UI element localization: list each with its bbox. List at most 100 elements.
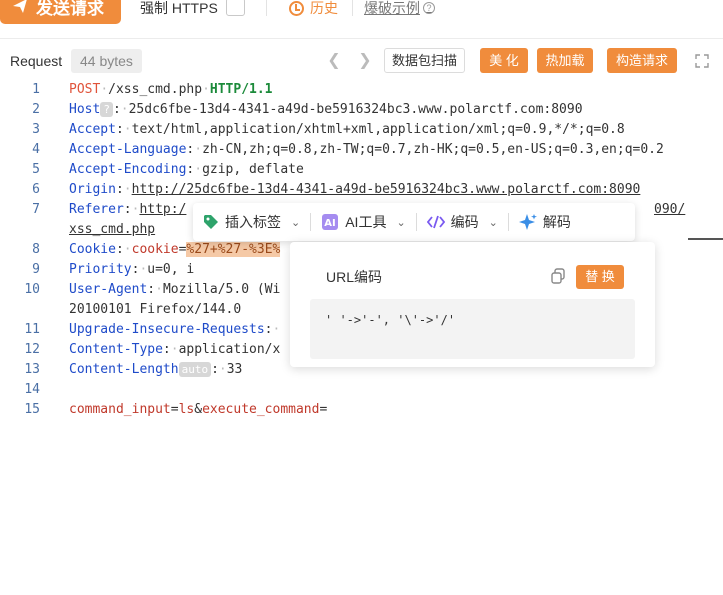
header-key: Priority [69,262,132,277]
header-line-wrap: 20100101 Firefox/144.0 [69,302,241,317]
body-eq: = [319,402,328,417]
copy-icon[interactable] [550,268,566,284]
send-request-button[interactable]: 发送请求 [0,0,121,24]
request-line: POST·/xss_cmd.php·HTTP/1.1 [69,82,273,97]
referer-link-tail[interactable]: 090/ [654,202,685,217]
ai-icon: AI [322,214,339,230]
auto-badge[interactable]: auto [178,362,212,377]
header-line: Accept:·text/html,application/xhtml+xml,… [69,122,625,137]
back-arrow-icon[interactable]: ❮ [327,52,341,70]
top-toolbar: 发送请求 强制 HTTPS 历史 爆破示例 ? [0,0,723,36]
line-number: 6 [32,182,40,197]
line-number: 4 [32,142,40,157]
header-line: Priority:·u=0, i [69,262,195,277]
encoded-output-text: ' '->'-', '\'->'/' [325,313,456,327]
toolbar-divider [352,0,353,16]
chevron-down-icon: ⌄ [291,216,301,229]
body-param-key: execute_command [202,402,320,417]
ai-tools-menu[interactable]: AI AI工具 ⌄ [311,203,415,241]
clock-icon [289,0,304,16]
brute-example-link[interactable]: 爆破示例 ? [364,0,435,18]
expand-icon[interactable] [695,54,709,68]
chevron-down-icon: ⌄ [488,216,498,229]
header-key: Referer [69,202,124,217]
hot-reload-button[interactable]: 热加载 [537,48,593,73]
line-number: 12 [24,342,40,357]
force-https-label: 强制 HTTPS [140,0,218,16]
chevron-down-icon: ⌄ [396,216,406,229]
replace-button[interactable]: 替 换 [576,265,624,289]
encode-label: 编码 [450,214,479,230]
origin-link[interactable]: http://25dc6fbe-13d4-4341-a49d-be5916324… [132,182,641,197]
encoded-output-box: ' '->'-', '\'->'/' [310,299,635,359]
send-request-label: 发送请求 [36,0,104,18]
header-line: Accept-Encoding:·gzip, deflate [69,162,304,177]
force-https-checkbox[interactable] [226,0,245,16]
header-key: Host [69,102,101,117]
header-line: Content-Type:·application/x [69,342,281,357]
header-key: Accept-Language [69,142,187,157]
header-line-wrap: xss_cmd.php [69,222,155,237]
header-value: Mozilla/5.0 (Wi [162,282,281,297]
referer-link-wrap[interactable]: xss_cmd.php [69,222,155,237]
line-number: 10 [24,282,40,297]
header-value: 20100101 Firefox/144.0 [69,302,242,317]
header-value: text/html,application/xhtml+xml,applicat… [131,122,625,137]
url-encode-popup: URL编码 替 换 ' '->'-', '\'->'/' [290,242,655,367]
header-value: gzip, deflate [202,162,304,177]
header-key: Upgrade-Insecure-Requests [69,322,265,337]
header-line: Accept-Language:·zh-CN,zh;q=0.8,zh-TW;q=… [69,142,664,157]
cookie-value-selected[interactable]: %27+%27-%3E% [186,242,281,257]
header-key: Cookie [69,242,116,257]
header-value: zh-CN,zh;q=0.8,zh-TW;q=0.7,zh-HK;q=0.5,e… [202,142,664,157]
toolbar-divider [266,0,267,16]
header-line: Origin:·http://25dc6fbe-13d4-4341-a49d-b… [69,182,641,197]
insert-tag-label: 插入标签 [225,214,281,230]
header-value: application/x [178,342,281,357]
line-number: 1 [32,82,40,97]
history-button[interactable]: 历史 [289,0,338,18]
line-number: 9 [32,262,40,277]
header-value: u=0, i [147,262,195,277]
line-number: 8 [32,242,40,257]
brute-example-label: 爆破示例 [364,0,420,16]
forward-arrow-icon[interactable]: ❯ [358,52,372,70]
header-key: User-Agent [69,282,148,297]
line-number: 15 [24,402,40,417]
line-number: 11 [24,322,40,337]
header-line: Upgrade-Insecure-Requests:· [69,322,281,337]
insert-tag-menu[interactable]: 插入标签 ⌄ [193,203,310,241]
scroll-marker [688,238,723,240]
body-eq: = [170,402,179,417]
line-number: 2 [32,102,40,117]
header-value: 33 [226,362,243,377]
line-number: 14 [24,382,40,397]
header-key: Content-Length [69,362,179,377]
decode-menu[interactable]: 解码 [509,203,581,241]
header-key: Origin [69,182,116,197]
code-icon [426,215,445,229]
line-number: 13 [24,362,40,377]
referer-link[interactable]: http:/ [139,202,186,217]
body-line: command_input=ls&execute_command= [69,402,327,417]
body-amp: & [194,402,203,417]
encode-menu[interactable]: 编码 ⌄ [417,203,508,241]
decode-label: 解码 [542,214,571,230]
beautify-button[interactable]: 美 化 [480,48,528,73]
packet-scan-button[interactable]: 数据包扫描 [384,48,466,73]
header-line: Cookie:·cookie=%27+%27-%3E% [69,242,281,257]
header-key: Content-Type [69,342,163,357]
cookie-name: cookie [131,242,179,257]
selection-context-toolbar: 插入标签 ⌄ AI AI工具 ⌄ 编码 ⌄ 解码 [193,203,635,241]
send-icon [13,0,27,13]
tag-icon [204,215,218,229]
host-help-badge[interactable]: ? [100,102,113,117]
build-request-button[interactable]: 构造请求 [607,48,677,73]
http-protocol: HTTP/1.1 [209,82,273,97]
ai-tools-label: AI工具 [345,214,387,230]
body-param-key: command_input [69,402,171,417]
popup-title: URL编码 [326,269,383,285]
line-number: 7 [32,202,40,217]
request-path: /xss_cmd.php [108,82,203,97]
help-icon[interactable]: ? [423,2,435,14]
